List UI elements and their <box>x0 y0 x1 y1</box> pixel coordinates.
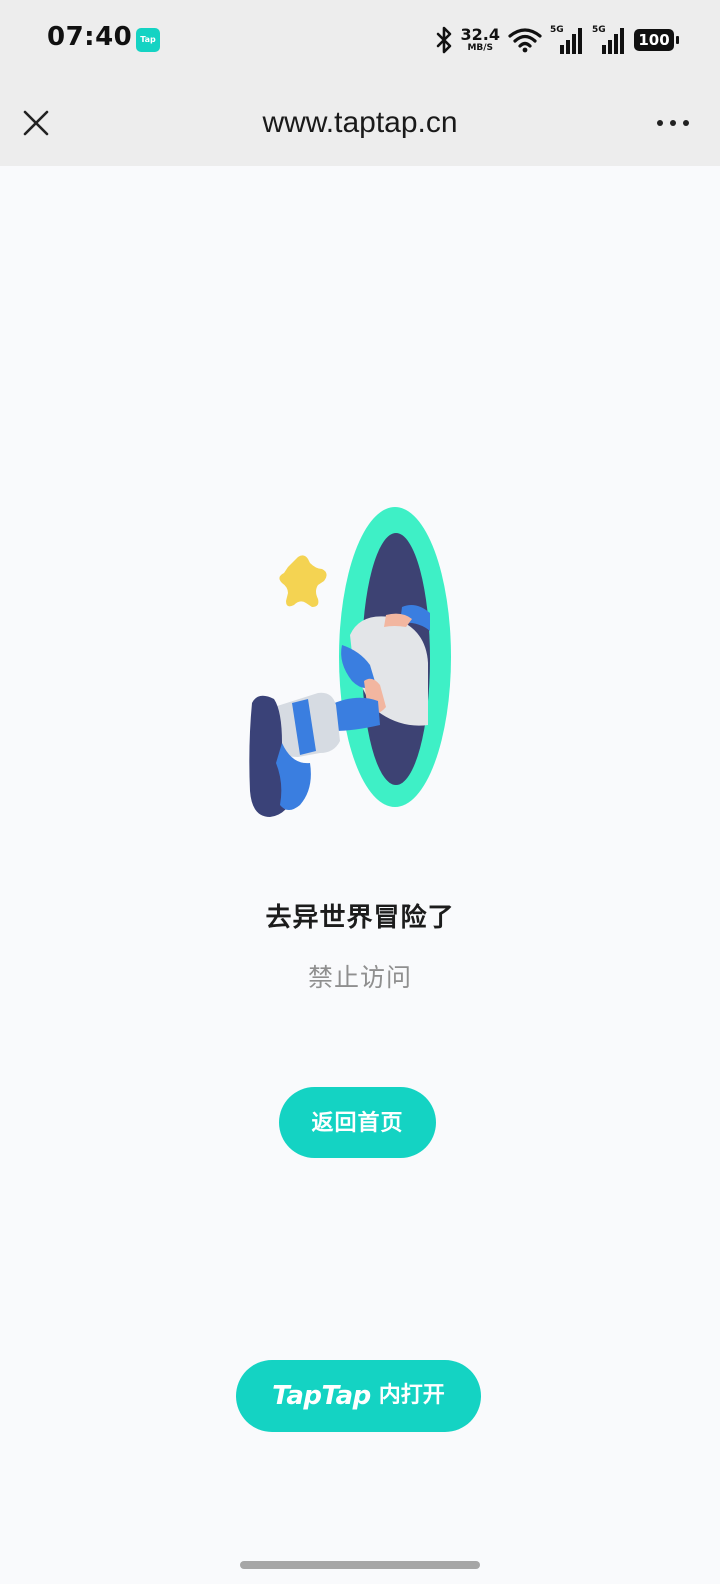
bluetooth-icon <box>436 26 451 54</box>
net-speed-unit: MB/S <box>467 43 494 53</box>
home-indicator[interactable] <box>240 1561 480 1569</box>
signal-bars-icon <box>560 28 582 54</box>
status-bar: 07:40 Tap 32.4 MB/S 5G 5G 100 <box>0 0 720 80</box>
open-in-taptap-button[interactable]: TapTap 内打开 <box>236 1360 481 1432</box>
status-time: 07:40 <box>47 22 133 52</box>
taptap-app-icon: Tap <box>136 28 160 52</box>
net-speed-value: 32.4 <box>460 25 500 44</box>
signal-sim1: 5G <box>550 25 584 55</box>
more-dots-icon <box>657 120 663 126</box>
open-in-label: 内打开 <box>378 1383 445 1408</box>
return-home-button[interactable]: 返回首页 <box>279 1087 436 1158</box>
taptap-logo-text: TapTap <box>272 1381 371 1411</box>
battery-indicator: 100 <box>634 29 679 51</box>
signal-sim2: 5G <box>592 25 626 55</box>
portal-leg-illustration <box>249 507 451 817</box>
close-button[interactable] <box>14 101 58 145</box>
sparkle-icon <box>279 555 327 607</box>
more-options-button[interactable] <box>648 101 698 145</box>
wifi-icon <box>508 28 542 53</box>
page-url-title: www.taptap.cn <box>262 106 458 139</box>
status-icons: 32.4 MB/S 5G 5G 100 <box>435 22 679 58</box>
page-heading: 去异世界冒险了 <box>265 903 455 933</box>
net-speed: 32.4 MB/S <box>461 27 500 53</box>
page-subtext: 禁止访问 <box>307 963 412 992</box>
signal-bars-icon <box>602 28 624 54</box>
browser-nav-bar: www.taptap.cn <box>0 80 720 166</box>
close-icon <box>23 110 49 136</box>
